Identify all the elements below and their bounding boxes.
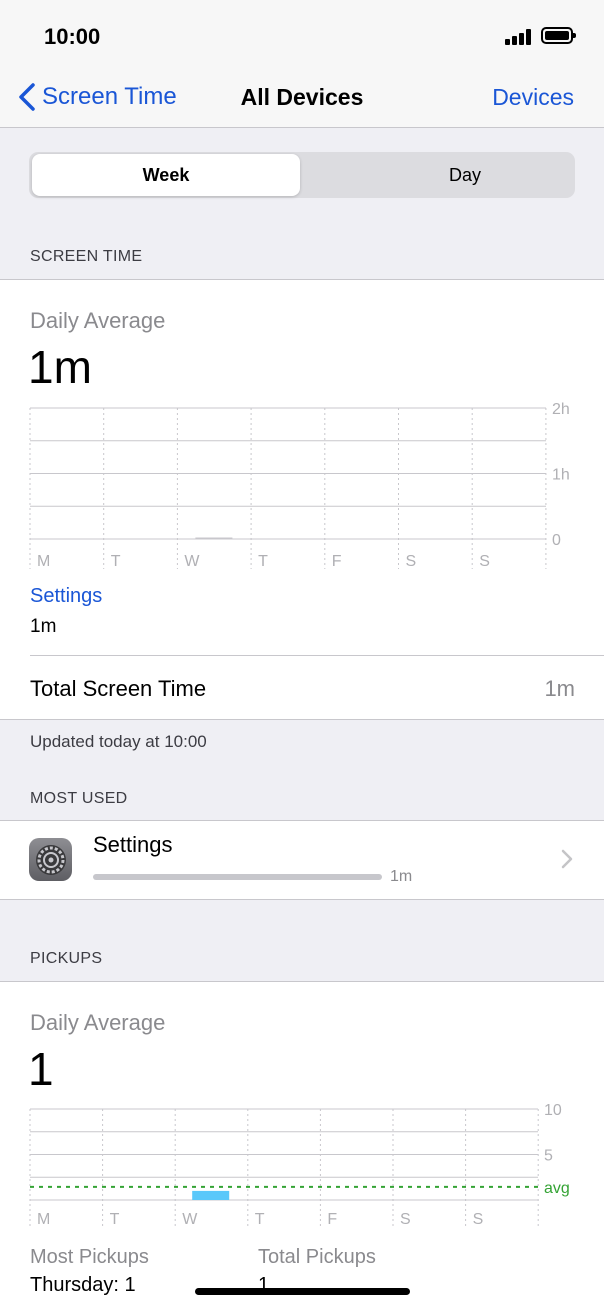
x-tick-label: W: [184, 553, 200, 570]
x-tick-label: M: [37, 553, 50, 570]
status-bar: 10:00: [0, 0, 604, 70]
x-tick-label: F: [332, 553, 342, 570]
pickups-avg-label: Daily Average: [30, 1010, 166, 1035]
home-indicator[interactable]: [195, 1288, 410, 1295]
x-tick-label: T: [255, 1211, 265, 1228]
divider: [30, 655, 604, 656]
chevron-right-icon: [561, 849, 573, 869]
most-used-row[interactable]: [0, 820, 604, 900]
segment-week[interactable]: Week: [32, 154, 300, 196]
screen-time-header: SCREEN TIME: [30, 248, 143, 265]
settings-app-link[interactable]: Settings: [30, 585, 102, 608]
pickup-bar: [192, 1190, 230, 1200]
chevron-left-icon: [19, 83, 35, 111]
pickups-chart[interactable]: 10 5 avg M T W T F S S: [0, 1097, 604, 1237]
devices-button[interactable]: Devices: [492, 84, 574, 111]
back-label: Screen Time: [42, 83, 177, 110]
screen-time-bar: [195, 537, 233, 539]
most-pickups-value: Thursday: 1: [30, 1274, 136, 1296]
pickups-avg-value: 1: [28, 1043, 54, 1095]
y-tick-label: 2h: [552, 401, 570, 418]
most-used-app-time: 1m: [390, 868, 413, 885]
status-time: 10:00: [44, 24, 101, 49]
segment-day[interactable]: Day: [331, 154, 599, 196]
battery-icon: [541, 27, 576, 44]
x-tick-label: T: [258, 553, 268, 570]
pickups-header: PICKUPS: [30, 950, 103, 967]
x-tick-label: S: [406, 553, 417, 570]
y-tick-label: 0: [552, 532, 561, 549]
period-segmented-control: Week Day: [29, 152, 575, 198]
settings-gear-icon: [29, 838, 72, 881]
settings-app-time: 1m: [30, 616, 57, 637]
x-tick-label: T: [110, 1211, 120, 1228]
signal-icon: [505, 29, 533, 45]
y-tick-label: 5: [544, 1148, 553, 1165]
most-pickups-label: Most Pickups: [30, 1246, 149, 1268]
most-used-app-name: Settings: [93, 832, 173, 857]
usage-bar: [93, 874, 382, 880]
total-pickups-label: Total Pickups: [258, 1246, 376, 1268]
total-screen-time-label: Total Screen Time: [30, 676, 207, 701]
total-screen-time-value: 1m: [544, 676, 575, 701]
x-tick-label: W: [182, 1211, 198, 1228]
y-tick-label: 10: [544, 1102, 562, 1119]
screen-time-chart[interactable]: 2h 1h 0 M T W T F S S: [0, 395, 604, 575]
navigation-bar: Screen Time All Devices Devices: [0, 70, 604, 128]
x-tick-label: S: [400, 1211, 411, 1228]
updated-note: Updated today at 10:00: [30, 732, 207, 751]
x-tick-label: M: [37, 1211, 50, 1228]
y-tick-label: 1h: [552, 467, 570, 484]
x-tick-label: S: [473, 1211, 484, 1228]
x-tick-label: S: [479, 553, 490, 570]
average-label: avg: [544, 1180, 570, 1197]
x-tick-label: F: [327, 1211, 337, 1228]
back-button[interactable]: Screen Time: [16, 82, 177, 112]
most-used-header: MOST USED: [30, 790, 128, 807]
x-tick-label: T: [111, 553, 121, 570]
screen-time-avg-value: 1m: [28, 341, 92, 393]
screen-time-avg-label: Daily Average: [30, 308, 166, 333]
